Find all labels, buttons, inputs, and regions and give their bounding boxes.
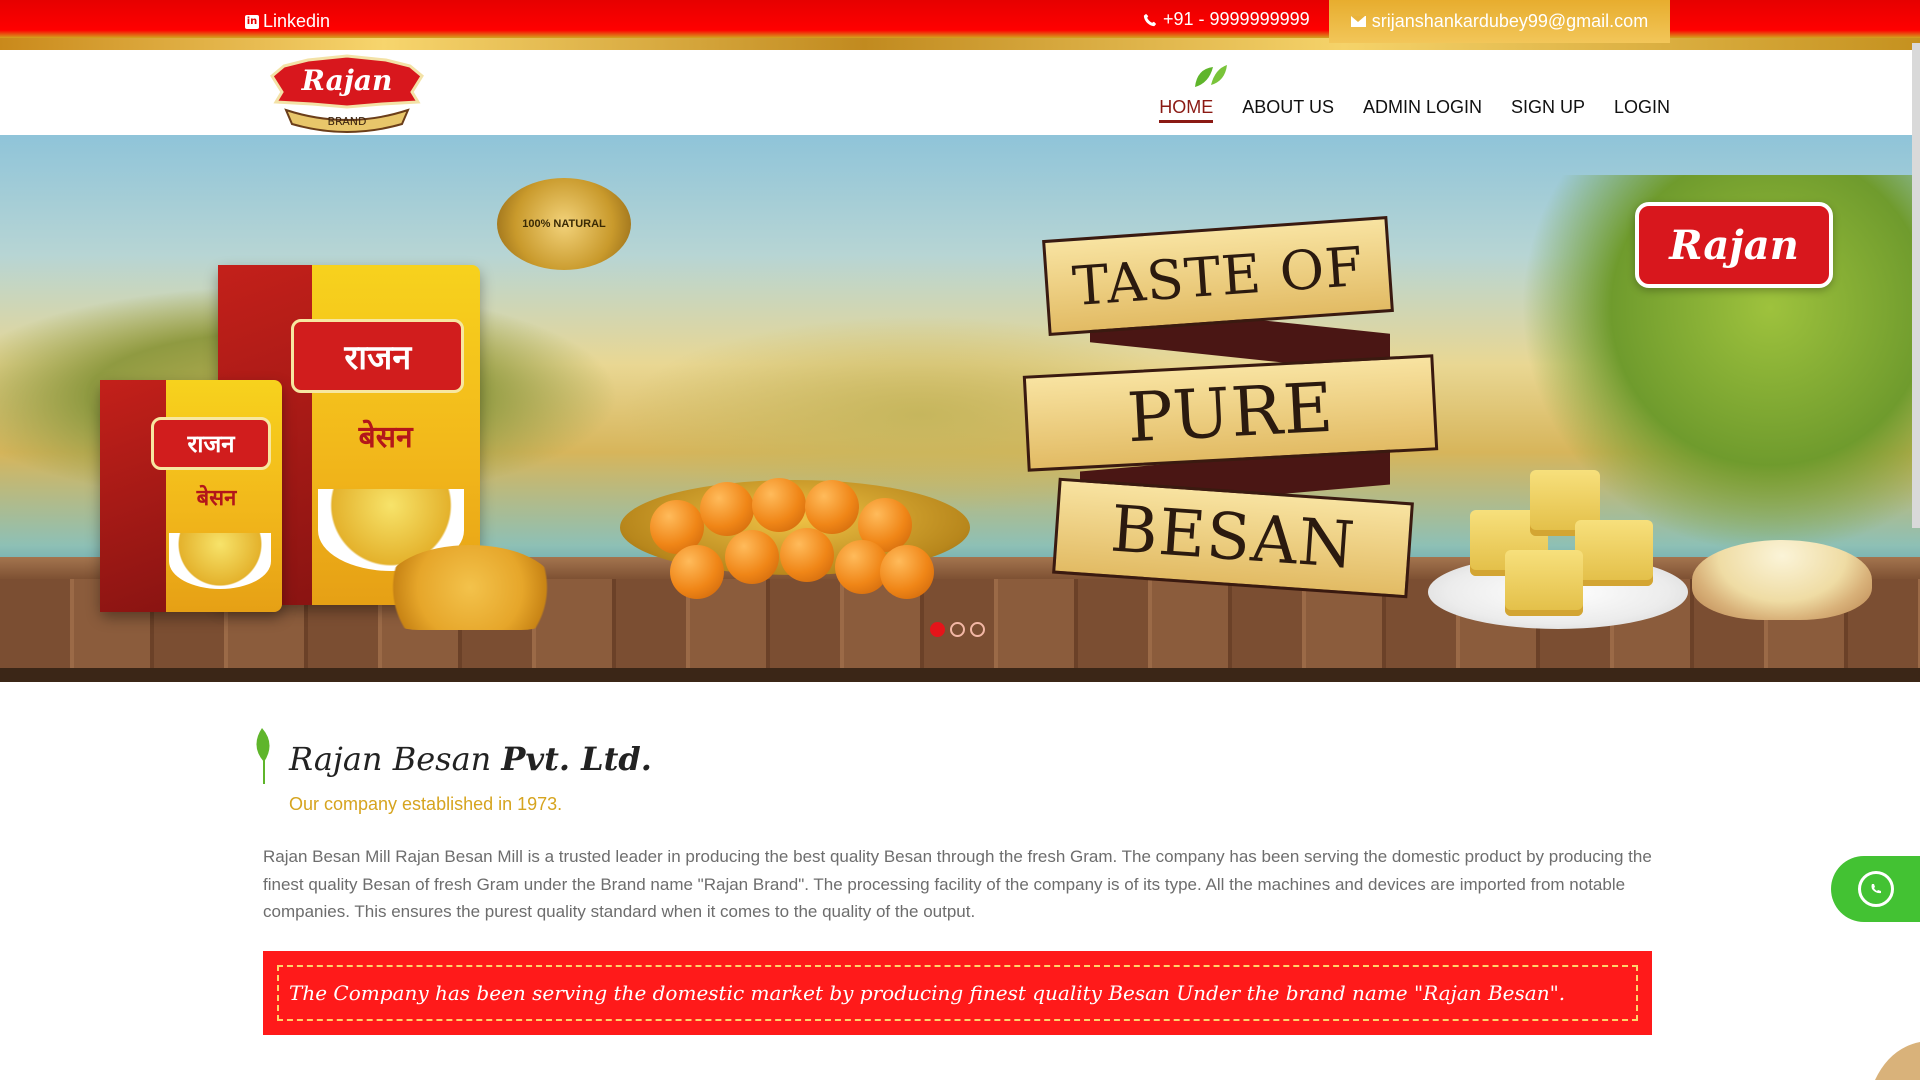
nav-home[interactable]: HOME [1159, 97, 1214, 123]
ladoo [780, 528, 834, 582]
logo-sub-text: BRAND [328, 115, 367, 128]
company-about-text: Rajan Besan Mill Rajan Besan Mill is a t… [263, 847, 1652, 921]
page-scrollbar[interactable] [1912, 43, 1920, 528]
quote-text: The Company has been serving the domesti… [277, 965, 1638, 1021]
phone-number: +91 - 9999999999 [1163, 9, 1310, 29]
linkedin-label: Linkedin [263, 11, 331, 31]
email-link[interactable]: srijanshankardubey99@gmail.com [1329, 0, 1670, 43]
phone-icon [1143, 13, 1157, 26]
company-established: Our company established in 1973. [289, 794, 563, 814]
whatsapp-button[interactable] [1831, 856, 1920, 922]
slider-dot-1[interactable] [930, 622, 945, 637]
corner-decoration-icon [1875, 1042, 1920, 1080]
email-address: srijanshankardubey99@gmail.com [1371, 11, 1649, 31]
linkedin-link[interactable]: in Linkedin [245, 11, 330, 32]
ladoo [805, 480, 859, 534]
main-nav: HOME ABOUT US ADMIN LOGIN SIGN UP LOGIN [1159, 97, 1670, 123]
pack-product-label: बेसन [358, 419, 413, 455]
phone-link[interactable]: +91 - 9999999999 [1143, 9, 1310, 30]
company-title-regular: Rajan Besan [289, 740, 502, 778]
pack-small-product-label: बेसन [196, 486, 237, 512]
ladoo [670, 545, 724, 599]
ladoo [700, 482, 754, 536]
slider-dot-3[interactable] [970, 622, 985, 637]
title-leaf-icon [256, 728, 270, 784]
nav-about-us[interactable]: ABOUT US [1242, 97, 1334, 123]
kadhi-bowl [1692, 540, 1872, 620]
company-title: Rajan Besan Pvt. Ltd. [289, 740, 652, 778]
natural-seal-badge: 100% NATURAL [497, 178, 631, 270]
quote-box: The Company has been serving the domesti… [263, 951, 1652, 1035]
rajan-brand-logo[interactable]: Rajan BRAND [262, 52, 432, 134]
envelope-icon [1350, 16, 1366, 27]
nav-admin-login[interactable]: ADMIN LOGIN [1363, 97, 1482, 123]
nav-leaf-icon [1195, 65, 1227, 87]
dhokla-piece [1575, 520, 1653, 586]
nav-sign-up[interactable]: SIGN UP [1511, 97, 1585, 123]
chana-dal-pile [385, 545, 555, 630]
ladoo [880, 545, 934, 599]
pack-small-brand-label: राजन [150, 417, 272, 470]
ladoo [752, 478, 806, 532]
company-title-bold: Pvt. Ltd. [501, 740, 652, 778]
slider-dots [930, 622, 985, 637]
rajan-badge-logo: Rajan [1635, 202, 1833, 288]
whatsapp-icon [1857, 871, 1894, 907]
logo-brand-text: Rajan [301, 64, 393, 97]
slider-dot-2[interactable] [950, 622, 965, 637]
nav-login[interactable]: LOGIN [1614, 97, 1670, 123]
pack-brand-label: राजन [291, 319, 465, 394]
ladoo [725, 530, 779, 584]
dhokla-piece [1505, 550, 1583, 616]
linkedin-icon: in [245, 14, 259, 29]
besan-pack-small: राजन बेसन [100, 380, 282, 612]
